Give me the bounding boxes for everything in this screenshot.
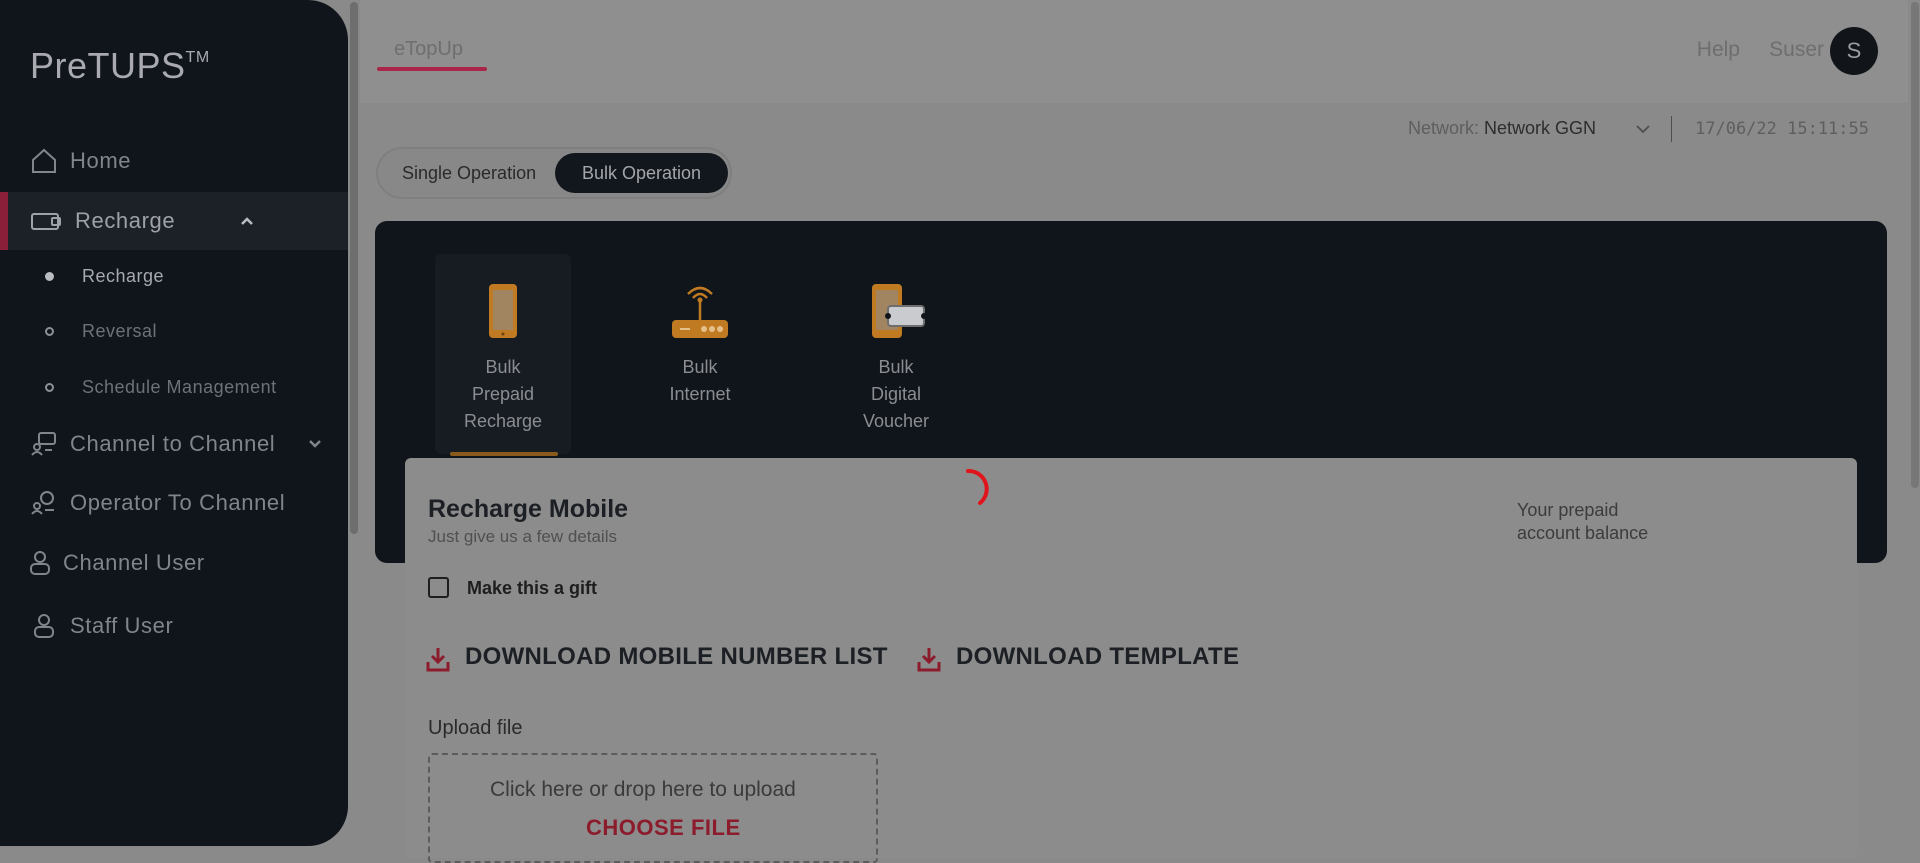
download-template-button[interactable]: DOWNLOAD TEMPLATE (956, 643, 1239, 671)
single-operation-button[interactable]: Single Operation (402, 163, 536, 184)
card-subtitle: Just give us a few details (428, 527, 617, 546)
user-icon (30, 551, 50, 575)
balance-label-line: Your prepaid (1517, 500, 1619, 520)
product-bulk-digital-voucher[interactable]: Bulk Digital Voucher (828, 254, 964, 454)
sidebar-subitem-recharge[interactable]: Recharge (0, 256, 348, 296)
product-bulk-internet[interactable]: Bulk Internet (632, 254, 768, 454)
operator-icon (31, 491, 54, 515)
bulk-operation-button[interactable]: Bulk Operation (555, 153, 728, 193)
recharge-icon (31, 213, 61, 230)
tab-active-indicator (377, 67, 487, 71)
file-drop-zone[interactable] (428, 753, 878, 863)
network-value[interactable]: Network GGN (1484, 118, 1596, 138)
help-link[interactable]: Help (1697, 38, 1740, 62)
chevron-up-icon[interactable] (240, 214, 254, 228)
download-icon[interactable] (917, 646, 941, 672)
sidebar-item-recharge[interactable]: Recharge (0, 192, 348, 250)
sidebar-subitem-label: Recharge (82, 265, 165, 286)
upload-file-label: Upload file (428, 717, 523, 739)
mobile-icon (489, 284, 517, 338)
gift-checkbox[interactable] (428, 577, 449, 598)
product-label-line: Voucher (862, 411, 930, 431)
product-label-line: Prepaid (471, 384, 535, 404)
sidebar-item-operator-to-channel[interactable]: Operator To Channel (0, 474, 348, 532)
sidebar-item-label: Staff User (70, 613, 174, 638)
bullet-icon (45, 382, 54, 392)
avatar[interactable]: S (1830, 27, 1878, 75)
product-label-line: Bulk (682, 357, 718, 377)
drop-zone-text: Click here or drop here to upload (490, 778, 796, 801)
user-name[interactable]: Suser (1769, 38, 1824, 62)
sidebar-item-label: Channel to Channel (70, 431, 276, 456)
card-title: Recharge Mobile (428, 495, 629, 523)
sidebar-item-label: Operator To Channel (70, 490, 286, 515)
user-icon (34, 614, 54, 638)
datetime: 17/06/22 15:11:55 (1695, 119, 1869, 139)
balance-label-line: account balance (1517, 523, 1649, 543)
product-label-line: Digital (870, 384, 922, 404)
voucher-icon (872, 284, 927, 338)
router-icon (672, 286, 728, 338)
sidebar-item-label: Channel User (63, 550, 205, 575)
tab-etopup[interactable]: eTopUp (394, 38, 463, 61)
bullet-icon (45, 326, 54, 336)
brand-logo: PreTUPSTM (30, 45, 210, 86)
loading-spinner-icon (966, 468, 989, 505)
product-label-line: Bulk (878, 357, 914, 377)
top-header: eTopUp Help Suser S (360, 0, 1908, 103)
operation-toggle: Single Operation Bulk Operation (376, 147, 732, 199)
sidebar-item-channel-to-channel[interactable]: Channel to Channel (0, 415, 348, 473)
sidebar-scrollbar-thumb[interactable] (350, 2, 358, 534)
sidebar-subitem-schedule-management[interactable]: Schedule Management (0, 367, 348, 407)
sidebar-subitem-label: Reversal (82, 320, 158, 341)
sidebar-item-label: Home (70, 148, 132, 173)
account-balance-label: Your prepaid account balance (1517, 499, 1717, 545)
sidebar-item-staff-user[interactable]: Staff User (0, 597, 348, 655)
download-icon[interactable] (426, 646, 450, 672)
product-label-line: Internet (669, 384, 731, 404)
gift-checkbox-label[interactable]: Make this a gift (467, 578, 597, 599)
sidebar-subitem-label: Schedule Management (82, 376, 277, 397)
page-scrollbar-thumb[interactable] (1911, 2, 1919, 488)
sidebar-item-home[interactable]: Home (0, 132, 348, 190)
sidebar-item-channel-user[interactable]: Channel User (0, 534, 348, 592)
sidebar-subitem-reversal[interactable]: Reversal (0, 311, 348, 351)
network-label: Network: (1408, 118, 1480, 138)
download-mobile-list-button[interactable]: DOWNLOAD MOBILE NUMBER LIST (465, 643, 888, 671)
channel-icon (31, 432, 56, 456)
sidebar: PreTUPSTM Home Recharge Recharge Reversa… (0, 0, 348, 846)
chevron-down-icon[interactable] (308, 437, 322, 451)
product-label-line: Recharge (463, 411, 543, 431)
product-label-line: Bulk (485, 357, 521, 377)
home-icon (32, 148, 56, 173)
bullet-icon (45, 271, 54, 281)
product-selected-indicator (450, 452, 558, 456)
chevron-down-icon[interactable] (1636, 122, 1650, 136)
divider (1671, 116, 1672, 142)
sidebar-item-label: Recharge (75, 208, 176, 233)
choose-file-button[interactable]: CHOOSE FILE (586, 815, 741, 841)
network-selector[interactable]: Network: Network GGN (1408, 118, 1596, 139)
product-bulk-prepaid-recharge[interactable]: Bulk Prepaid Recharge (435, 254, 571, 456)
